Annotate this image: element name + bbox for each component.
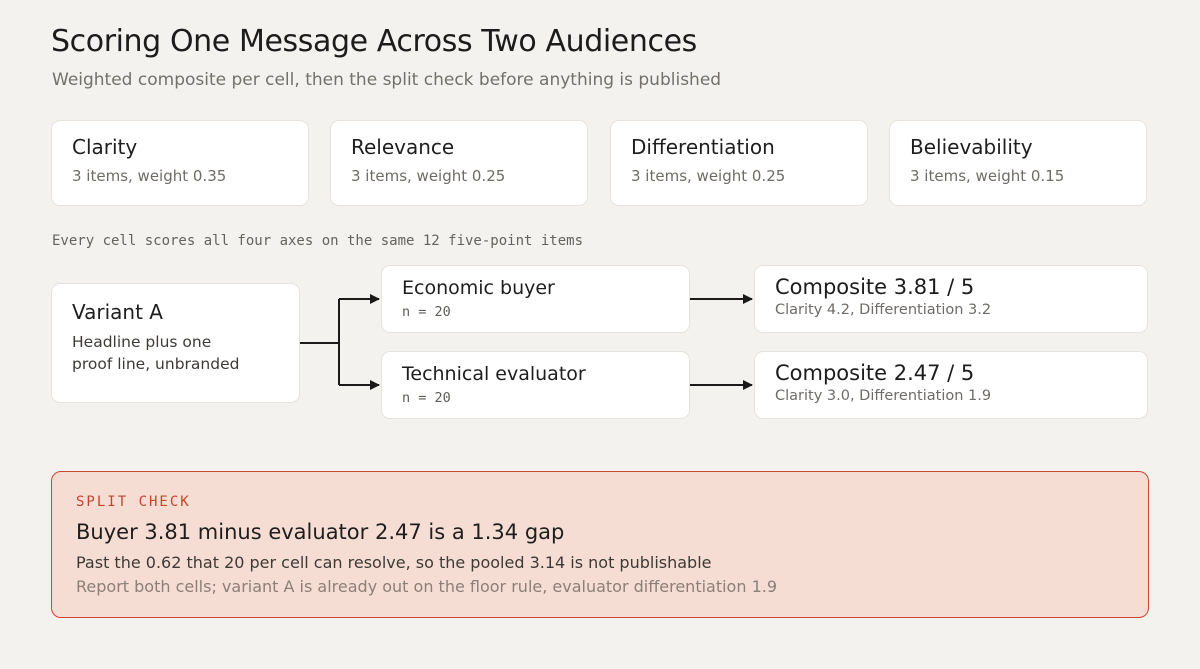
- composite-score: Composite 2.47 / 5: [775, 361, 975, 385]
- composite-detail: Clarity 4.2, Differentiation 3.2: [775, 302, 992, 318]
- split-check-headline: Buyer 3.81 minus evaluator 2.47 is a 1.3…: [76, 520, 565, 544]
- split-check-detail: Past the 0.62 that 20 per cell can resol…: [76, 553, 712, 572]
- composite-score: Composite 3.81 / 5: [775, 275, 975, 299]
- variant-description: Headline plus one proof line, unbranded: [72, 333, 240, 373]
- split-check-callout: SPLIT CHECK Buyer 3.81 minus evaluator 2…: [51, 471, 1149, 618]
- audience-card-technical-evaluator: Technical evaluator n = 20: [381, 351, 690, 419]
- composite-card-evaluator: Composite 2.47 / 5 Clarity 3.0, Differen…: [754, 351, 1148, 419]
- split-check-note: Report both cells; variant A is already …: [76, 577, 778, 596]
- variant-card: Variant A Headline plus one proof line, …: [51, 283, 300, 403]
- split-check-label: SPLIT CHECK: [76, 494, 191, 510]
- variant-title: Variant A: [72, 300, 163, 324]
- audience-sample-size: n = 20: [402, 390, 451, 406]
- branch-connector: [300, 294, 380, 390]
- composite-detail: Clarity 3.0, Differentiation 1.9: [775, 388, 992, 404]
- scoring-diagram: Scoring One Message Across Two Audiences…: [0, 0, 1200, 669]
- audience-name: Technical evaluator: [402, 363, 586, 385]
- audience-sample-size: n = 20: [402, 304, 451, 320]
- audience-name: Economic buyer: [402, 277, 555, 299]
- composite-card-buyer: Composite 3.81 / 5 Clarity 4.2, Differen…: [754, 265, 1148, 333]
- audience-card-economic-buyer: Economic buyer n = 20: [381, 265, 690, 333]
